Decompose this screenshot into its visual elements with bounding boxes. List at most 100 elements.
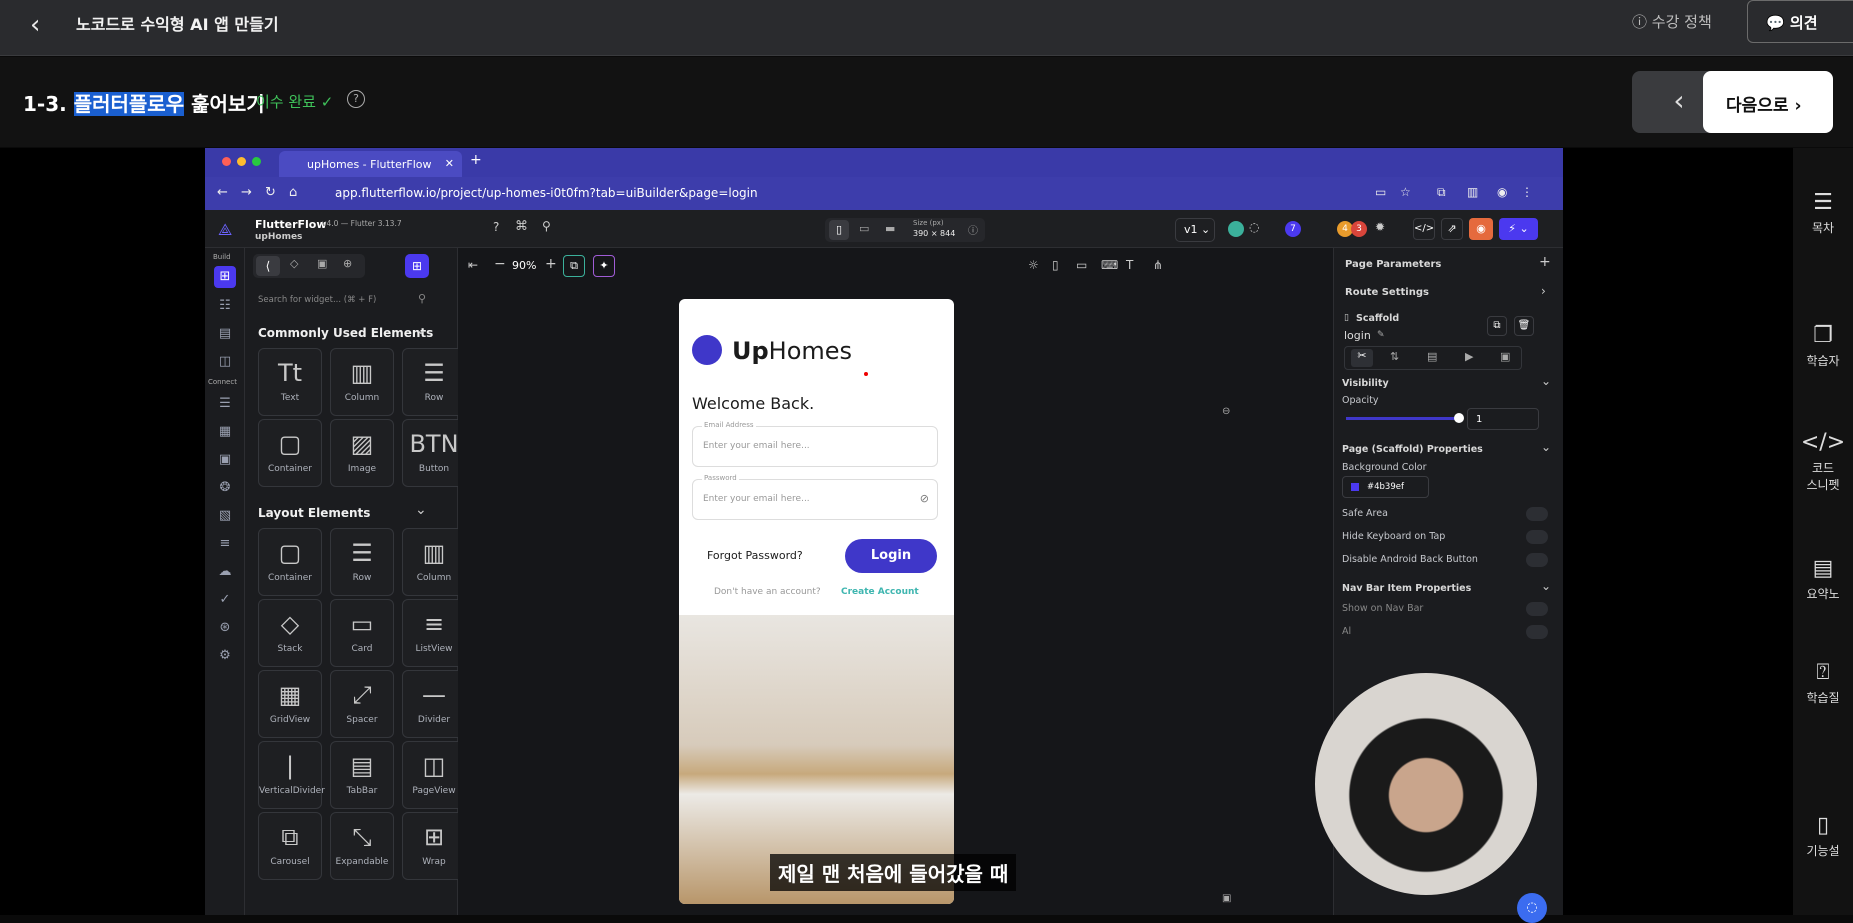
desktop-device-icon[interactable]: ▬ — [885, 222, 895, 235]
widget-tile-card[interactable]: ▭ Card — [330, 599, 394, 667]
flutter-widgets-tab-icon[interactable]: ⟨ — [256, 256, 280, 276]
pages-icon[interactable]: ▤ — [216, 326, 234, 344]
visibility-off-icon[interactable]: ⊘ — [920, 492, 929, 505]
components-icon[interactable]: ◫ — [216, 354, 234, 372]
preview-eye-icon[interactable]: ◉ — [1469, 218, 1493, 240]
phone-icon[interactable]: ▯ — [1052, 258, 1059, 272]
image-placeholder-icon[interactable]: ▣ — [1222, 893, 1231, 904]
responsive-icon[interactable]: ⧉ — [563, 255, 585, 277]
visibility-chevron-icon[interactable]: ⌄ — [1541, 374, 1551, 388]
chat-icon[interactable]: ◌ — [1249, 220, 1259, 234]
cast-icon[interactable]: ▭ — [1375, 185, 1386, 199]
widget-tile-column[interactable]: ▥ Column — [330, 348, 394, 416]
tablet-icon[interactable]: ▭ — [1076, 258, 1087, 272]
widget-tile-column[interactable]: ▥ Column — [402, 528, 466, 596]
opinion-button[interactable]: 💬 의견 — [1747, 0, 1853, 43]
brightness-icon[interactable]: ☼ — [1028, 258, 1039, 272]
opacity-input[interactable]: 1 — [1467, 408, 1539, 430]
play-tab-icon[interactable]: ▶ — [1465, 350, 1473, 363]
widget-tile-wrap[interactable]: ⊞ Wrap — [402, 812, 466, 880]
widget-tile-row[interactable]: ☰ Row — [330, 528, 394, 596]
phone-preview[interactable]: UpHomes Welcome Back. Email Address Ente… — [679, 299, 954, 904]
widget-tile-divider[interactable]: — Divider — [402, 670, 466, 738]
ai-agents-icon[interactable]: ✓ — [216, 592, 234, 610]
forgot-password-link[interactable]: Forgot Password? — [707, 549, 803, 562]
minimize-window-icon[interactable] — [237, 157, 246, 166]
sidebar-item-summary[interactable]: ▤ 요약노 — [1793, 556, 1853, 602]
code-view-icon[interactable]: </> — [1413, 218, 1435, 240]
extensions-icon[interactable]: ⧉ — [1437, 185, 1446, 200]
add-param-icon[interactable]: + — [1539, 254, 1551, 270]
sidebar-item-materials[interactable]: ❐ 학습자 — [1793, 323, 1853, 369]
widget-tile-row[interactable]: ☰ Row — [402, 348, 466, 416]
sidebar-item-questions[interactable]: ⍰ 학습질 — [1793, 660, 1853, 706]
delete-icon[interactable]: 🗑 — [1514, 316, 1534, 336]
duplicate-icon[interactable]: ⧉ — [1487, 316, 1507, 336]
info-icon[interactable]: ⓘ — [968, 222, 978, 237]
widget-tree-icon[interactable]: ☷ — [216, 298, 234, 316]
widget-tile-listview[interactable]: ≡ ListView — [402, 599, 466, 667]
menu-dots-icon[interactable]: ⋮ — [1521, 185, 1533, 199]
page-params-heading[interactable]: Page Parameters — [1345, 259, 1441, 270]
opacity-slider-thumb[interactable] — [1454, 413, 1464, 423]
app-state-icon[interactable]: ▣ — [216, 452, 234, 470]
zoom-out-icon[interactable]: − — [494, 256, 506, 272]
sidebar-item-features[interactable]: ▯ 기능설 — [1793, 813, 1853, 859]
widget-tile-pageview[interactable]: ◫ PageView — [402, 741, 466, 809]
phone-device-icon[interactable]: ▯ — [829, 220, 849, 240]
forward-icon[interactable]: → — [241, 185, 252, 200]
ai-gen-icon[interactable]: ✦ — [593, 255, 615, 277]
zoom-in-icon[interactable]: + — [545, 256, 557, 272]
link-icon[interactable]: ⊖ — [1222, 406, 1230, 417]
chat-support-icon[interactable]: ◌ — [1517, 893, 1547, 923]
safe-area-toggle[interactable] — [1526, 507, 1548, 521]
browser-tab[interactable]: upHomes - FlutterFlow ✕ — [279, 151, 462, 177]
widget-palette-icon[interactable]: ⊞ — [214, 266, 236, 288]
widget-tile-expandable[interactable]: ⤡ Expandable — [330, 812, 394, 880]
always-toggle[interactable] — [1526, 625, 1548, 639]
create-account-link[interactable]: Create Account — [841, 587, 919, 597]
collapse-panel-icon[interactable]: ⇤ — [468, 258, 478, 272]
bookmark-star-icon[interactable]: ☆ — [1400, 185, 1411, 199]
close-tab-icon[interactable]: ✕ — [445, 157, 454, 170]
theme-icon[interactable]: ❂ — [216, 480, 234, 498]
sidepanel-icon[interactable]: ▥ — [1467, 185, 1478, 199]
share-icon[interactable]: ⇗ — [1441, 218, 1463, 240]
backend-tab-icon[interactable]: ▤ — [1427, 350, 1437, 363]
run-lightning-button[interactable]: ⚡ ⌄ — [1499, 218, 1538, 240]
navbar-chevron-icon[interactable]: ⌄ — [1541, 579, 1551, 593]
widget-tile-carousel[interactable]: ⧉ Carousel — [258, 812, 322, 880]
custom-code-icon[interactable]: ≡ — [216, 536, 234, 554]
edit-pencil-icon[interactable]: ✎ — [1377, 330, 1385, 340]
check-status-icon[interactable] — [1228, 221, 1244, 237]
widget-search-input[interactable]: Search for widget... (⌘ + F) ⚲ — [253, 288, 430, 312]
error-badge[interactable]: 3 — [1351, 221, 1367, 237]
reload-icon[interactable]: ↻ — [265, 185, 276, 200]
tree-icon[interactable]: ⋔ — [1153, 258, 1163, 272]
login-button[interactable]: Login — [845, 539, 937, 573]
widget-tile-spacer[interactable]: ⤢ Spacer — [330, 670, 394, 738]
policy-link[interactable]: ⓘ 수강 정책 — [1632, 11, 1712, 32]
hide-keyboard-toggle[interactable] — [1526, 530, 1548, 544]
opacity-slider[interactable] — [1346, 417, 1459, 420]
help-icon[interactable]: ? — [347, 90, 365, 108]
doc-tab-icon[interactable]: ▣ — [1500, 350, 1510, 363]
bg-color-picker[interactable]: #4b39ef — [1342, 476, 1429, 498]
diamond-tab-icon[interactable]: ◇ — [290, 257, 298, 270]
widget-tile-tabbar[interactable]: ▤ TabBar — [330, 741, 394, 809]
widget-tile-image[interactable]: ▨ Image — [330, 419, 394, 487]
bug-icon[interactable]: ✹ — [1375, 220, 1385, 234]
command-icon[interactable]: ⌘ — [515, 219, 528, 234]
help-circle-icon[interactable]: ? — [493, 220, 499, 234]
widget-tile-text[interactable]: Tt Text — [258, 348, 322, 416]
widget-tile-container[interactable]: ▢ Container — [258, 419, 322, 487]
widget-tile-gridview[interactable]: ▦ GridView — [258, 670, 322, 738]
api-icon[interactable]: ▦ — [216, 424, 234, 442]
password-field[interactable]: Password Enter your email here... ⊘ — [692, 474, 938, 520]
disable-back-toggle[interactable] — [1526, 553, 1548, 567]
back-icon[interactable]: ← — [217, 185, 228, 200]
scaffold-properties-heading[interactable]: Page (Scaffold) Properties — [1342, 444, 1483, 455]
widget-tile-button[interactable]: BTN Button — [402, 419, 466, 487]
firestore-icon[interactable]: ☰ — [216, 396, 234, 414]
next-lesson-button[interactable]: 다음으로 › — [1703, 71, 1833, 133]
